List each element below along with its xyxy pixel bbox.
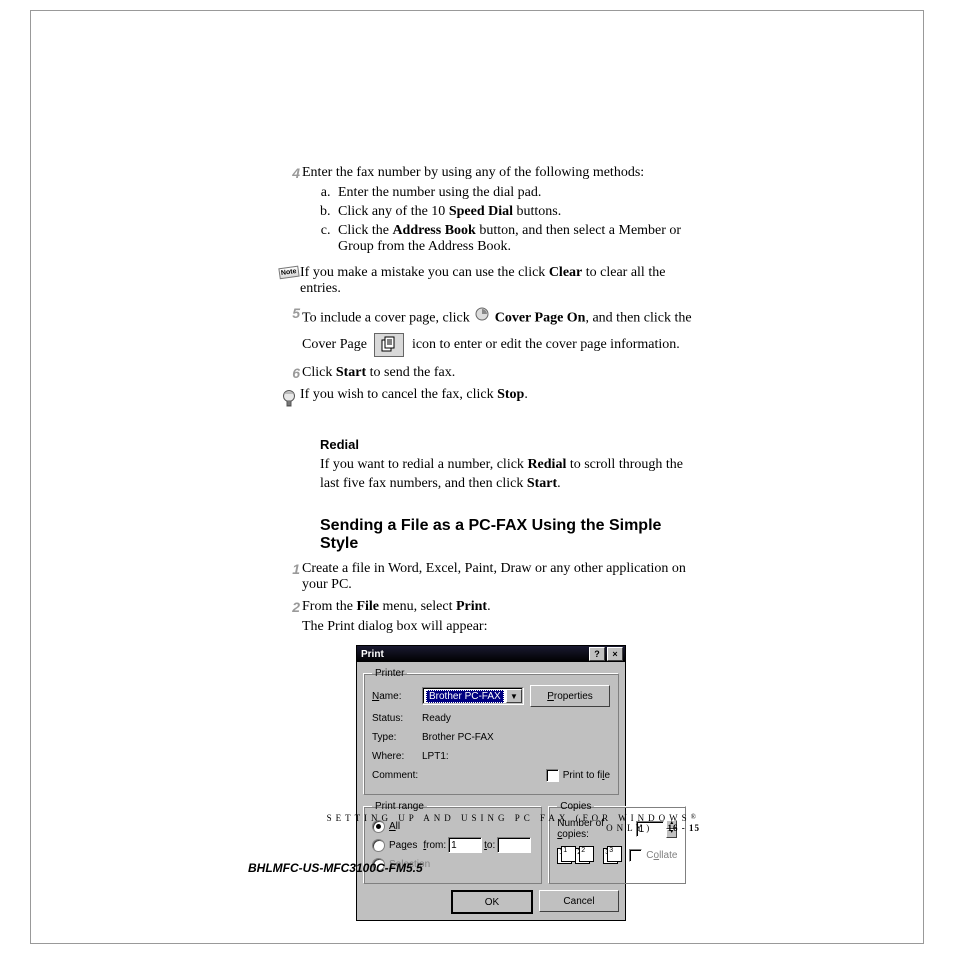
print-range-legend: Print range — [372, 801, 427, 812]
help-button[interactable]: ? — [589, 647, 605, 661]
note-clear: Note If you make a mistake you can use t… — [278, 265, 700, 297]
chevron-down-icon[interactable]: ▼ — [506, 689, 522, 703]
type-value: Brother PC-FAX — [422, 732, 494, 743]
step-4b: Click any of the 10 Speed Dial buttons. — [334, 204, 700, 220]
collate-icon: 11 22 — [557, 846, 597, 864]
status-label: Status: — [372, 713, 422, 724]
printer-group: Printer Name: Brother PC-FAX ▼ Propertie… — [363, 668, 619, 795]
ok-button[interactable]: OK — [451, 890, 533, 914]
collate-checkbox[interactable] — [629, 849, 642, 862]
main-content: 4 Enter the fax number by using any of t… — [300, 165, 700, 921]
cover-page-edit-icon — [374, 333, 404, 357]
step-6: 6 Click Start to send the fax. — [300, 365, 700, 381]
dialog-title: Print — [361, 649, 384, 660]
sec-step-2: 2 From the File menu, select Print. The … — [300, 599, 700, 635]
collate-icon: 33 — [603, 846, 623, 864]
to-input[interactable] — [497, 837, 531, 853]
step-number: 6 — [282, 365, 300, 381]
step-4-text: Enter the fax number by using any of the… — [302, 165, 644, 180]
where-label: Where: — [372, 751, 422, 762]
step-number: 1 — [282, 561, 300, 577]
step-4: 4 Enter the fax number by using any of t… — [300, 165, 700, 259]
comment-label: Comment: — [372, 770, 422, 781]
type-label: Type: — [372, 732, 422, 743]
print-to-file-checkbox[interactable] — [546, 769, 559, 782]
print-dialog: Print ? × Printer Name: Brother PC-FAX ▼ — [356, 645, 626, 921]
dialog-titlebar: Print ? × — [357, 646, 625, 662]
step-number: 4 — [282, 165, 300, 181]
step-number: 5 — [282, 305, 300, 321]
redial-para: If you want to redial a number, click Re… — [320, 456, 700, 494]
redial-heading: Redial — [320, 437, 700, 452]
document-id: BHLMFC-US-MFC3100C-FM5.5 — [248, 861, 423, 875]
note-icon: Note — [279, 266, 300, 280]
section-heading: Sending a File as a PC-FAX Using the Sim… — [320, 517, 700, 553]
step-number: 2 — [282, 599, 300, 615]
radio-pages[interactable] — [372, 839, 385, 852]
step-4-sublist: Enter the number using the dial pad. Cli… — [312, 185, 700, 255]
cover-page-on-icon — [475, 305, 489, 332]
print-to-file-label: Print to file — [563, 770, 610, 781]
name-label: Name: — [372, 691, 422, 702]
close-button[interactable]: × — [607, 647, 623, 661]
step-5: 5 To include a cover page, click Cover P… — [300, 305, 700, 359]
printer-name-dropdown[interactable]: Brother PC-FAX ▼ — [422, 687, 524, 705]
sec-step-1: 1 Create a file in Word, Excel, Paint, D… — [300, 561, 700, 593]
where-value: LPT1: — [422, 751, 449, 762]
status-value: Ready — [422, 713, 451, 724]
properties-button[interactable]: Properties — [530, 685, 610, 707]
copies-legend: Copies — [557, 801, 594, 812]
running-footer: SETTING UP AND USING PC FAX (FOR WINDOWS… — [300, 813, 700, 833]
lightbulb-icon — [278, 387, 300, 411]
tip-stop: If you wish to cancel the fax, click Sto… — [278, 387, 700, 411]
step-4c: Click the Address Book button, and then … — [334, 223, 700, 255]
cancel-button[interactable]: Cancel — [539, 890, 619, 912]
step-4a: Enter the number using the dial pad. — [334, 185, 700, 201]
from-input[interactable]: 1 — [448, 837, 482, 853]
printer-legend: Printer — [372, 668, 407, 679]
